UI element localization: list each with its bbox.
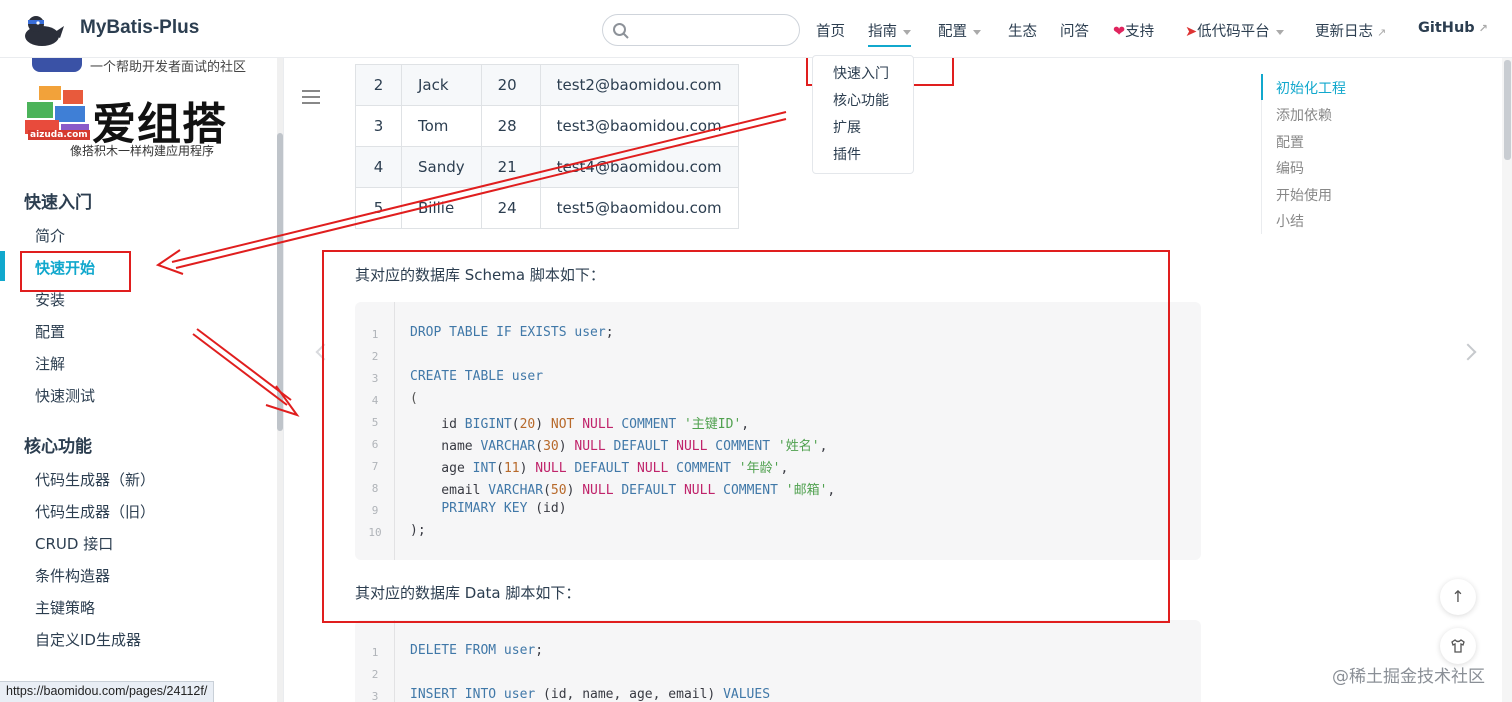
heart-icon: ❤ — [1113, 24, 1126, 40]
search-icon — [613, 23, 629, 39]
sidebar-item-generator-old[interactable]: 代码生成器（旧） — [35, 501, 155, 522]
sidebar-item-crud[interactable]: CRUD 接口 — [35, 533, 113, 554]
toc-item-deps[interactable]: 添加依赖 — [1276, 105, 1332, 125]
toc-item-coding[interactable]: 编码 — [1276, 158, 1304, 178]
annotation-box-content — [322, 250, 1170, 623]
chevron-down-icon — [1275, 29, 1284, 35]
nav-support[interactable]: ❤支持 — [1113, 20, 1154, 41]
sidebar-item-quicktest[interactable]: 快速测试 — [35, 385, 95, 406]
table-row: 4 Sandy 21 test4@baomidou.com — [355, 146, 739, 188]
nav-config[interactable]: 配置 — [938, 20, 981, 41]
rocket-icon: ➤ — [1185, 24, 1198, 40]
sidebar-item-wrapper[interactable]: 条件构造器 — [35, 565, 110, 586]
dropdown-item-core[interactable]: 核心功能 — [833, 90, 889, 110]
nav-guide[interactable]: 指南 — [868, 20, 911, 47]
dropdown-item-quickstart[interactable]: 快速入门 — [833, 63, 889, 83]
search-input[interactable] — [635, 19, 791, 41]
table-row: 5 Billie 24 test5@baomidou.com — [355, 187, 739, 229]
nav-faq[interactable]: 问答 — [1060, 20, 1089, 41]
nav-lowcode[interactable]: ➤低代码平台 — [1185, 20, 1284, 41]
chevron-down-icon — [973, 29, 981, 35]
toc-item-summary[interactable]: 小结 — [1276, 211, 1304, 231]
toc-item-init[interactable]: 初始化工程 — [1276, 78, 1346, 98]
sidebar-item-annotation[interactable]: 注解 — [35, 353, 65, 374]
menu-toggle-icon[interactable] — [302, 90, 320, 104]
site-name[interactable]: MyBatis-Plus — [80, 17, 199, 39]
dropdown-item-plugin[interactable]: 插件 — [833, 144, 861, 164]
external-link-icon: ↗ — [1377, 26, 1387, 39]
sidebar-item-intro[interactable]: 简介 — [35, 225, 65, 246]
toc-item-config[interactable]: 配置 — [1276, 132, 1304, 152]
sidebar-item-generator-new[interactable]: 代码生成器（新） — [35, 469, 155, 490]
sidebar-group-core[interactable]: 核心功能 — [24, 432, 92, 457]
table-row: 2 Jack 20 test2@baomidou.com — [355, 64, 739, 106]
external-link-icon: ↗ — [1478, 22, 1488, 35]
code-line: INSERT INTO user (id, name, age, email) … — [410, 687, 771, 702]
top-navbar: MyBatis-Plus 首页 指南 配置 生态 问答 ❤支持 ➤低代码平台 更… — [0, 0, 1512, 58]
sidebar-item-install[interactable]: 安装 — [35, 289, 65, 310]
table-row: 3 Tom 28 test3@baomidou.com — [355, 105, 739, 147]
guide-dropdown-menu: 快速入门 核心功能 扩展 插件 — [812, 55, 914, 174]
chevron-down-icon — [903, 29, 911, 35]
annotation-box-sidebar — [20, 251, 131, 292]
code-line: DELETE FROM user; — [410, 643, 544, 658]
nav-ecosystem[interactable]: 生态 — [1008, 20, 1037, 41]
sidebar-item-idgen[interactable]: 自定义ID生成器 — [35, 629, 141, 650]
sidebar-group-quickstart[interactable]: 快速入门 — [24, 188, 92, 213]
nav-changelog[interactable]: 更新日志 ↗ — [1315, 20, 1386, 41]
ad-banner-subtitle: 像搭积木一样构建应用程序 — [70, 144, 215, 158]
user-table: 2 Jack 20 test2@baomidou.com 3 Tom 28 te… — [355, 64, 739, 229]
search-box[interactable] — [602, 14, 800, 46]
toc-item-usage[interactable]: 开始使用 — [1276, 185, 1332, 205]
nav-home[interactable]: 首页 — [816, 20, 845, 41]
nav-github[interactable]: GitHub ↗ — [1418, 20, 1488, 36]
arrow-up-icon: ↑ — [1451, 587, 1465, 606]
dropdown-item-extension[interactable]: 扩展 — [833, 117, 861, 137]
mybatis-bird-logo[interactable] — [22, 12, 64, 48]
status-bar-url: https://baomidou.com/pages/24112f/ — [0, 681, 215, 702]
shirt-icon — [1451, 639, 1465, 653]
ad-community-text[interactable]: 一个帮助开发者面试的社区 — [90, 58, 246, 75]
toc-active-indicator — [1261, 74, 1263, 100]
ad-banner-domain: aizuda.com — [28, 130, 90, 140]
sidebar-active-indicator — [0, 251, 5, 281]
sidebar-item-keygen[interactable]: 主键策略 — [35, 597, 95, 618]
back-to-top-button[interactable]: ↑ — [1440, 579, 1476, 615]
next-page-icon[interactable] — [1459, 343, 1477, 361]
sidebar-scroll-thumb[interactable] — [277, 133, 283, 431]
theme-button[interactable] — [1440, 628, 1476, 664]
watermark: @稀土掘金技术社区 — [1332, 667, 1485, 687]
sidebar-item-config[interactable]: 配置 — [35, 321, 65, 342]
ad-logo[interactable] — [32, 58, 82, 72]
sidebar: 一个帮助开发者面试的社区 爱组搭 aizuda.com 像搭积木一样构建应用程序… — [0, 58, 284, 702]
page-scroll-thumb[interactable] — [1504, 60, 1511, 160]
data-code-block[interactable]: 1 2 3 DELETE FROM user; INSERT INTO user… — [355, 620, 1201, 702]
